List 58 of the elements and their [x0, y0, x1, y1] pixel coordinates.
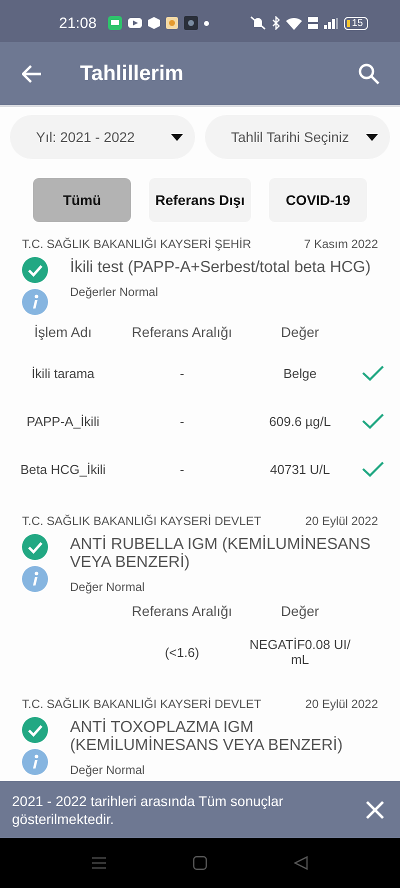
- menu-icon[interactable]: [92, 857, 106, 869]
- back-icon[interactable]: [294, 856, 308, 870]
- table-cell-text: NEGATİF0.08 UI/ mL: [248, 637, 352, 667]
- dropdown[interactable]: Tahlil Tarihi Seçiniz: [205, 115, 390, 159]
- table-cell: -: [180, 414, 184, 428]
- cube-icon: [148, 17, 160, 29]
- info-icon[interactable]: [22, 749, 48, 775]
- dot-icon: [204, 20, 209, 26]
- back-arrow-icon[interactable]: [22, 64, 42, 82]
- info-icon[interactable]: [22, 566, 48, 592]
- bluetooth-icon: [272, 16, 280, 30]
- test-title[interactable]: ANTİ TOXOPLAZMA IGM (KEMİLUMİNESANS VEYA BENZERİ): [70, 719, 378, 755]
- table-cell: 40731 U/L: [270, 462, 330, 476]
- muted-bell-icon: [250, 16, 266, 30]
- snackbar-message: 2021 - 2022 tarihleri arasında Tüm sonuçlar gösterilmektedir.: [12, 792, 284, 828]
- wifi-icon: [286, 16, 302, 30]
- table-cell: -: [180, 462, 184, 476]
- chat-app-icon: [108, 16, 122, 30]
- dropdown-caret-icon: [366, 134, 378, 140]
- table-cell: PAPP-A_İkili: [26, 414, 100, 428]
- page-title: Tahlillerim: [80, 62, 184, 86]
- video-app-icon: [128, 18, 142, 28]
- dropdown-caret-icon: [171, 134, 183, 140]
- result-date: 7 Kasım 2022: [304, 237, 378, 251]
- status-time: 21:08: [59, 14, 97, 32]
- home-icon[interactable]: [193, 856, 207, 870]
- battery-indicator: 15: [344, 16, 368, 30]
- column-header: İşlem Adı: [34, 324, 92, 340]
- result-date: 20 Eylül 2022: [305, 514, 378, 528]
- table-cell: İkili tarama: [32, 366, 94, 380]
- game-app-icon: [184, 16, 198, 30]
- column-header: Referans Aralığı: [132, 324, 232, 340]
- test-title[interactable]: İkili test (PAPP-A+Serbest/total beta HCG): [70, 259, 371, 277]
- dropdown[interactable]: Yıl: 2021 - 2022: [10, 115, 195, 159]
- institution-name: T.C. SAĞLIK BAKANLIĞI KAYSERİ ŞEHİR: [22, 237, 252, 251]
- table-cell: (<1.6): [164, 644, 200, 660]
- institution-name: T.C. SAĞLIK BAKANLIĞI KAYSERİ DEVLET: [22, 697, 262, 711]
- test-title[interactable]: ANTİ RUBELLA IGM (KEMİLUMİNESANS VEYA BENZERİ): [70, 536, 378, 572]
- result-status: Değer Normal: [70, 580, 146, 594]
- result-status: Değer Normal: [70, 763, 146, 777]
- table-cell: -: [180, 366, 184, 380]
- institution-name: T.C. SAĞLIK BAKANLIĞI KAYSERİ DEVLET: [22, 514, 262, 528]
- column-header: Referans Aralığı: [132, 603, 232, 619]
- close-icon[interactable]: [366, 800, 384, 818]
- table-cell: Belge: [283, 366, 317, 380]
- search-icon[interactable]: [358, 62, 380, 84]
- table-cell: 609.6 µg/L: [269, 414, 331, 428]
- result-status: Değerler Normal: [70, 285, 160, 299]
- filter-chip[interactable]: COVID-19: [269, 178, 367, 222]
- info-icon[interactable]: [22, 289, 48, 315]
- column-header: Değer: [280, 324, 320, 340]
- table-cell: Beta HCG_İkili: [20, 462, 106, 476]
- app-icon: [166, 17, 178, 29]
- filter-chip[interactable]: Referans Dışı: [149, 178, 251, 222]
- result-date: 20 Eylül 2022: [305, 697, 378, 711]
- filter-chip[interactable]: Tümü: [33, 178, 131, 222]
- signal-icon: [324, 18, 338, 28]
- column-header: Değer: [280, 603, 320, 619]
